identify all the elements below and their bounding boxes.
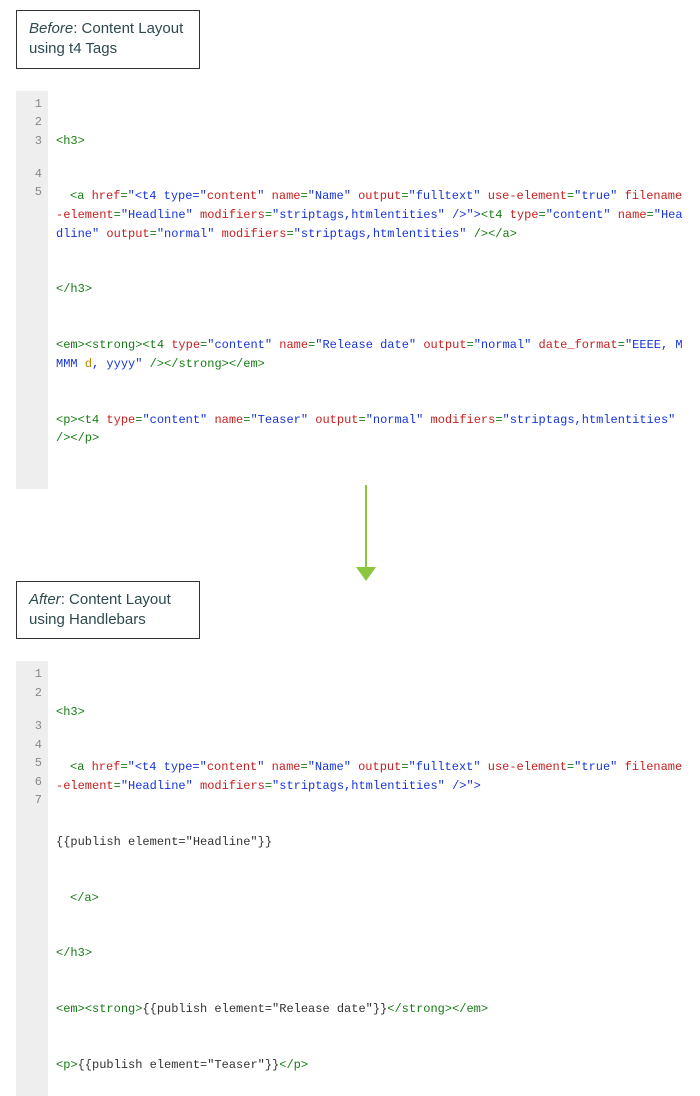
lineno: 3 xyxy=(22,132,42,165)
tok: type xyxy=(510,208,539,222)
tok: "normal" xyxy=(366,413,424,427)
arrow-wrap xyxy=(16,489,684,581)
tok: "striptags,htmlentities" xyxy=(272,208,445,222)
tok: />"> xyxy=(452,208,481,222)
tok: use-element xyxy=(488,189,567,203)
tok: /></p> xyxy=(56,431,99,445)
tok: </strong></em> xyxy=(387,1002,488,1016)
lineno: 1 xyxy=(22,665,42,684)
tok: output xyxy=(106,227,149,241)
tok: output xyxy=(358,189,401,203)
tok: <t4 xyxy=(481,208,503,222)
tok: "Name" xyxy=(308,760,351,774)
tok: <em> xyxy=(56,338,85,352)
tok: </a> xyxy=(70,891,99,905)
tok: href xyxy=(92,189,121,203)
lineno: 1 xyxy=(22,95,42,114)
tok: {{publish element="Release date"}} xyxy=(142,1002,387,1016)
tok: <t4 xyxy=(78,413,100,427)
tok: "content" xyxy=(142,413,207,427)
tok: modifiers xyxy=(431,413,496,427)
caption-after-prefix: After xyxy=(29,591,61,608)
tok: content xyxy=(207,189,257,203)
tok: /></strong></em> xyxy=(150,357,265,371)
tok: "Release date" xyxy=(315,338,416,352)
gutter-before: 1 2 3 4 5 xyxy=(16,91,48,489)
tok: <p> xyxy=(56,1058,78,1072)
tok: <strong> xyxy=(85,338,143,352)
lineno: 5 xyxy=(22,754,42,773)
tok: <a xyxy=(70,760,84,774)
tok: output xyxy=(358,760,401,774)
lineno: 6 xyxy=(22,773,42,792)
caption-before-prefix: Before xyxy=(29,20,73,37)
lineno: 4 xyxy=(22,736,42,755)
tok: "fulltext" xyxy=(409,760,481,774)
tok: , yyyy" xyxy=(92,357,142,371)
tok: <em> xyxy=(56,1002,85,1016)
tok: "Headline" xyxy=(121,208,193,222)
tok: "Teaser" xyxy=(250,413,308,427)
tok: "normal" xyxy=(157,227,215,241)
tok: <h3> xyxy=(56,134,85,148)
tok: "Headline" xyxy=(121,779,193,793)
tok: output xyxy=(315,413,358,427)
code-block-after: 1 2 3 4 5 6 7 <h3> <a href="<t4 type="co… xyxy=(16,661,684,1096)
tok: <strong> xyxy=(85,1002,143,1016)
tok: /></a> xyxy=(474,227,517,241)
tok: use-element xyxy=(488,760,567,774)
tok: {{publish element="Headline"}} xyxy=(56,835,272,849)
tok: {{publish element="Teaser"}} xyxy=(78,1058,280,1072)
tok: date_format xyxy=(539,338,618,352)
tok: "<t4 type=" xyxy=(128,189,207,203)
tok: <h3> xyxy=(56,705,85,719)
tok: modifiers xyxy=(200,779,265,793)
arrow-down-icon xyxy=(346,485,386,585)
code-block-before: 1 2 3 4 5 <h3> <a href="<t4 type="conten… xyxy=(16,91,684,489)
tok: </h3> xyxy=(56,282,92,296)
tok: name xyxy=(272,760,301,774)
tok: </p> xyxy=(279,1058,308,1072)
tok: href xyxy=(92,760,121,774)
lineno: 7 xyxy=(22,791,42,810)
lineno: 2 xyxy=(22,113,42,132)
tok: name xyxy=(272,189,301,203)
tok: </h3> xyxy=(56,946,92,960)
tok: <t4 xyxy=(142,338,164,352)
tok: d xyxy=(85,357,92,371)
tok: <p> xyxy=(56,413,78,427)
tok: modifiers xyxy=(222,227,287,241)
lineno: 2 xyxy=(22,684,42,717)
tok: "striptags,htmlentities" xyxy=(272,779,445,793)
tok: name xyxy=(214,413,243,427)
lineno: 4 xyxy=(22,165,42,184)
tok: "content" xyxy=(546,208,611,222)
tok: name xyxy=(279,338,308,352)
tok: <a xyxy=(70,189,84,203)
tok: name xyxy=(618,208,647,222)
lineno: 5 xyxy=(22,183,42,216)
tok: "content" xyxy=(207,338,272,352)
gutter-after: 1 2 3 4 5 6 7 xyxy=(16,661,48,1096)
tok: "true" xyxy=(574,189,617,203)
tok: type xyxy=(106,413,135,427)
caption-before: Before: Content Layout using t4 Tags xyxy=(16,10,200,69)
tok: />"> xyxy=(452,779,481,793)
tok: "Name" xyxy=(308,189,351,203)
code-after: <h3> <a href="<t4 type="content" name="N… xyxy=(48,661,684,1096)
tok: output xyxy=(423,338,466,352)
tok: modifiers xyxy=(200,208,265,222)
lineno: 3 xyxy=(22,717,42,736)
caption-after: After: Content Layout using Handlebars xyxy=(16,581,200,640)
tok: content xyxy=(207,760,257,774)
tok: "striptags,htmlentities" xyxy=(503,413,676,427)
tok: "striptags,htmlentities" xyxy=(294,227,467,241)
code-before: <h3> <a href="<t4 type="content" name="N… xyxy=(48,91,684,489)
tok: "<t4 type=" xyxy=(128,760,207,774)
tok: "fulltext" xyxy=(409,189,481,203)
tok: type xyxy=(171,338,200,352)
tok: "normal" xyxy=(474,338,532,352)
tok: "true" xyxy=(574,760,617,774)
